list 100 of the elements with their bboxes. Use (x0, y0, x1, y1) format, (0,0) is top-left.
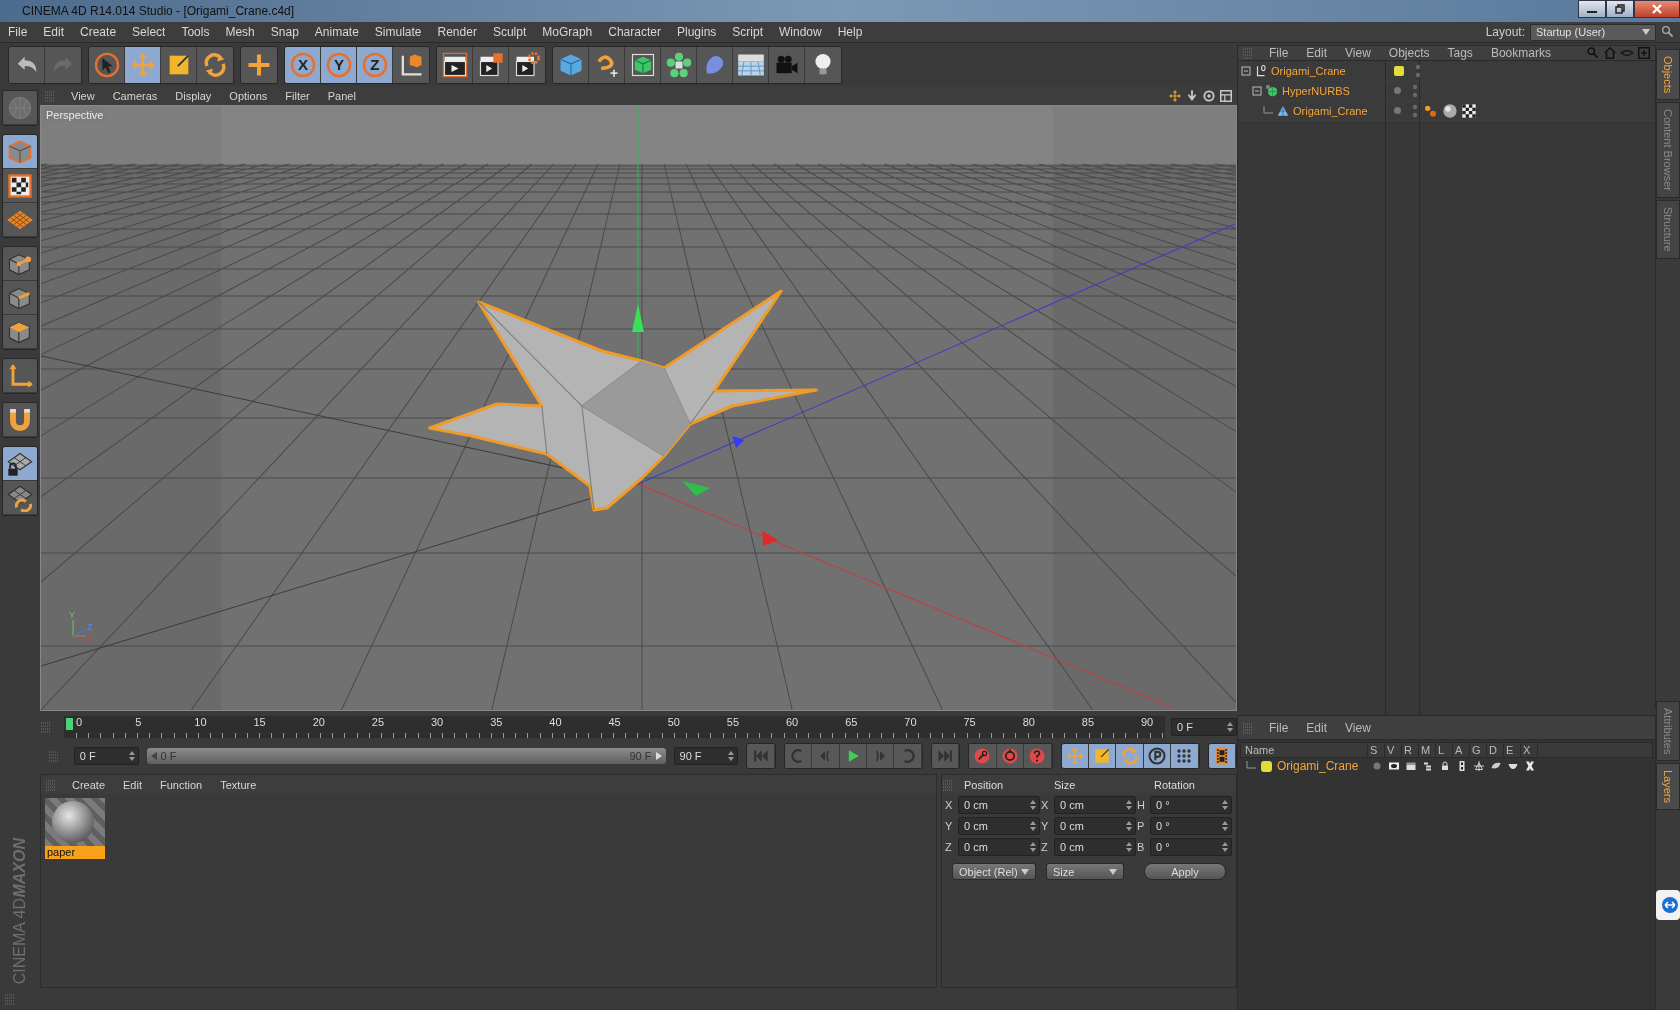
mode-button[interactable] (3, 447, 37, 481)
search-icon[interactable] (1660, 24, 1676, 40)
menu-item[interactable]: Edit (1297, 720, 1337, 735)
menu-item[interactable]: File (1260, 46, 1298, 60)
side-tab[interactable]: Objects (1656, 49, 1680, 101)
number-field[interactable]: 0 cm (958, 838, 1040, 856)
menu-item[interactable]: Edit (1297, 46, 1337, 60)
toolbar-button[interactable] (9, 46, 45, 83)
menu-item[interactable]: Function (151, 778, 212, 791)
menu-item[interactable]: File (1260, 720, 1298, 735)
menu-item[interactable]: Window (771, 25, 830, 39)
playback-button[interactable] (1116, 744, 1144, 768)
layer-dot[interactable] (1394, 87, 1401, 94)
collapse-toggle-icon[interactable] (1241, 65, 1251, 76)
mode-button[interactable] (3, 247, 37, 281)
collapse-toggle-icon[interactable] (1252, 85, 1262, 96)
mode-button[interactable] (3, 169, 37, 203)
generator-icon[interactable] (1472, 760, 1485, 772)
number-field[interactable]: 0 cm (1054, 796, 1136, 814)
number-field[interactable]: 0 ° (1150, 817, 1232, 835)
texture-tag-icon[interactable] (1461, 102, 1477, 119)
x-mark-icon[interactable] (1523, 760, 1536, 772)
end-frame-field[interactable]: 90 F (673, 747, 739, 765)
number-field[interactable]: 0 ° (1150, 796, 1232, 814)
object-name[interactable]: Origami_Crane (1293, 104, 1368, 117)
layer-name[interactable]: Origami_Crane (1277, 759, 1359, 773)
number-field[interactable]: 0 cm (1054, 838, 1136, 856)
menu-item[interactable]: Bookmarks (1481, 46, 1560, 60)
menu-item[interactable]: Options (220, 89, 277, 102)
menu-item[interactable]: Create (72, 25, 125, 39)
number-field[interactable]: 0 cm (1054, 817, 1136, 835)
menu-item[interactable]: Edit (114, 778, 151, 791)
minimize-button[interactable] (1578, 0, 1606, 18)
playhead-marker[interactable] (66, 718, 73, 730)
toolbar-button[interactable] (437, 46, 473, 83)
layer-color-swatch[interactable] (1261, 760, 1272, 772)
layout-dropdown[interactable]: Startup (User) (1530, 23, 1656, 41)
toolbar-button[interactable] (553, 46, 589, 83)
playback-button[interactable] (1208, 744, 1236, 768)
object-name[interactable]: Origami_Crane (1271, 64, 1346, 77)
playback-button[interactable] (1088, 744, 1117, 768)
menu-item[interactable]: Create (63, 778, 115, 791)
menu-item[interactable]: Edit (35, 25, 73, 39)
material-tag-icon[interactable] (1442, 102, 1458, 119)
menu-item[interactable]: View (1336, 720, 1380, 735)
eye-icon[interactable] (1387, 760, 1400, 772)
menu-item[interactable]: Tags (1438, 46, 1482, 60)
apply-button[interactable]: Apply (1144, 863, 1226, 880)
menu-item[interactable]: Texture (211, 778, 266, 791)
menu-item[interactable]: Display (166, 89, 221, 102)
menu-item[interactable]: Select (124, 25, 174, 39)
playback-button[interactable] (1143, 744, 1172, 768)
playback-button[interactable] (996, 744, 1025, 768)
hierarchy-icon[interactable] (1421, 760, 1434, 772)
remote-arrows-icon[interactable] (1656, 890, 1680, 920)
menu-item[interactable]: Simulate (366, 25, 430, 39)
menu-item[interactable]: Render (429, 25, 485, 39)
menu-item[interactable]: Filter (276, 89, 319, 102)
menu-item[interactable]: Script (724, 25, 771, 39)
layer-dot[interactable] (1394, 107, 1401, 114)
menu-item[interactable]: Cameras (103, 89, 167, 102)
start-frame-field[interactable]: 0 F (73, 747, 139, 765)
material-name[interactable]: paper (45, 846, 105, 859)
menu-item[interactable]: Character (600, 25, 669, 39)
menu-item[interactable]: Plugins (668, 25, 725, 39)
number-field[interactable]: 0 cm (958, 796, 1040, 814)
material-thumbnail[interactable] (45, 798, 105, 846)
frame-field[interactable]: 0 F (1171, 718, 1237, 736)
mode-button[interactable] (3, 403, 37, 437)
menu-item[interactable]: View (62, 89, 104, 102)
dropdown[interactable]: Size (1046, 863, 1124, 880)
menu-item[interactable]: Mesh (217, 25, 263, 39)
playback-button[interactable] (1171, 744, 1199, 768)
menu-item[interactable]: Sculpt (484, 25, 535, 39)
menu-item[interactable]: Panel (318, 89, 365, 102)
menu-item[interactable]: Help (829, 25, 871, 39)
menu-item[interactable]: File (0, 25, 36, 39)
menu-item[interactable]: Snap (262, 25, 307, 39)
number-field[interactable]: 0 cm (958, 817, 1040, 835)
side-tab[interactable]: Layers (1656, 763, 1680, 811)
pan-icon[interactable] (1168, 88, 1182, 103)
toolbar-button[interactable] (125, 46, 161, 83)
menu-item[interactable]: Tools (173, 25, 218, 39)
playback-button[interactable] (969, 744, 997, 768)
playback-button[interactable] (1061, 744, 1089, 768)
clapperboard-icon[interactable] (1404, 760, 1417, 772)
timeline-ruler[interactable]: 0 5 10 15 20 25 30 35 40 45 50 55 60 65 70 75 80 85 90 (64, 716, 1165, 738)
close-button[interactable] (1634, 0, 1680, 18)
number-field[interactable]: 0 ° (1150, 838, 1232, 856)
toolbar-button[interactable] (241, 46, 277, 83)
mode-button[interactable] (3, 481, 37, 515)
menu-item[interactable]: Objects (1379, 46, 1439, 60)
playback-button[interactable] (839, 744, 868, 768)
object-name[interactable]: HyperNURBS (1282, 84, 1350, 97)
restore-button[interactable] (1606, 0, 1634, 18)
mode-button[interactable] (3, 315, 37, 349)
menu-item[interactable]: MoGraph (534, 25, 601, 39)
playback-button[interactable] (1024, 744, 1052, 768)
layer-color-swatch[interactable] (1394, 65, 1404, 76)
menu-item[interactable]: Animate (306, 25, 367, 39)
